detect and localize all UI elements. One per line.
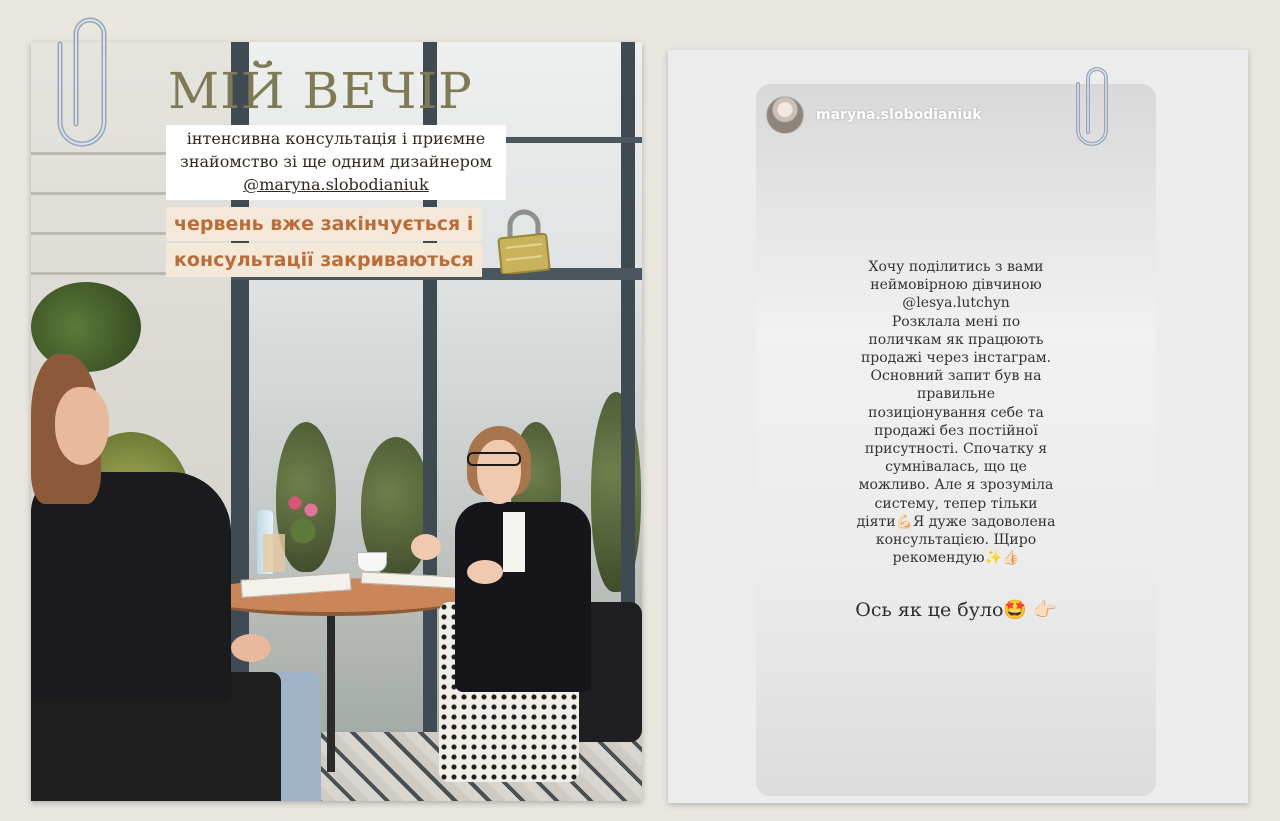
- flowers: [283, 482, 323, 552]
- caption-line: інтенсивна консультація і приємне: [186, 129, 486, 148]
- story-line: поличкам як працюють: [868, 331, 1044, 348]
- profile-avatar[interactable]: [766, 96, 804, 134]
- coffee-cup: [357, 552, 387, 572]
- story-line: сумнівалась, що це: [885, 459, 1027, 476]
- story-line: позиціонування себе та: [868, 404, 1044, 421]
- story-line: Розклала мені по: [891, 313, 1021, 330]
- padlock-icon: [497, 209, 551, 274]
- story-line: неймовірною дівчиною: [870, 277, 1042, 294]
- story-line: правильне: [917, 386, 995, 403]
- story-line: продажі без постійної: [874, 422, 1038, 439]
- story-title: МІЙ ВЕЧІР: [168, 62, 473, 120]
- paperclip-icon: [1076, 67, 1108, 146]
- story-line: присутності. Спочатку я: [864, 441, 1048, 458]
- person-left: [31, 472, 231, 702]
- story-line: діяти💪🏻Я дуже задоволена: [856, 513, 1056, 530]
- mention-link[interactable]: @lesya.lutchyn: [816, 294, 1096, 312]
- story-line: можливо. Але я зрозуміла: [858, 477, 1054, 494]
- story-photo-card: МІЙ ВЕЧІР інтенсивна консультація і приє…: [31, 42, 642, 801]
- story-line: продажі через інстаграм.: [860, 350, 1052, 367]
- username[interactable]: maryna.slobodianiuk: [816, 107, 982, 123]
- highlight-text: червень вже закінчується і консультації …: [166, 207, 482, 279]
- highlight-line: консультації закриваються: [166, 243, 482, 277]
- story-line: Хочу поділитись з вами: [868, 259, 1044, 275]
- story-screenshot-card: maryna.slobodianiuk Хочу поділитись з ва…: [668, 50, 1248, 803]
- caption-box: інтенсивна консультація і приємне знайом…: [166, 125, 506, 200]
- story-line: консультацією. Щиро: [875, 532, 1037, 549]
- story-cta: Ось як це було🤩 👉🏻: [855, 599, 1057, 621]
- story-line: рекомендую✨👍🏻: [892, 550, 1020, 567]
- caption-line: знайомство зі ще одним дизайнером: [180, 152, 492, 171]
- story-header: maryna.slobodianiuk: [766, 96, 982, 134]
- story-line: систему, тепер тільки: [874, 495, 1038, 512]
- instagram-story: maryna.slobodianiuk Хочу поділитись з ва…: [756, 84, 1156, 796]
- story-line: Основний запит був на: [870, 368, 1042, 385]
- highlight-line: червень вже закінчується і: [166, 207, 482, 241]
- story-text: Хочу поділитись з вами неймовірною дівчи…: [816, 258, 1096, 567]
- paperclip-icon: [57, 17, 107, 147]
- mention-link[interactable]: @maryna.slobodianiuk: [172, 173, 500, 196]
